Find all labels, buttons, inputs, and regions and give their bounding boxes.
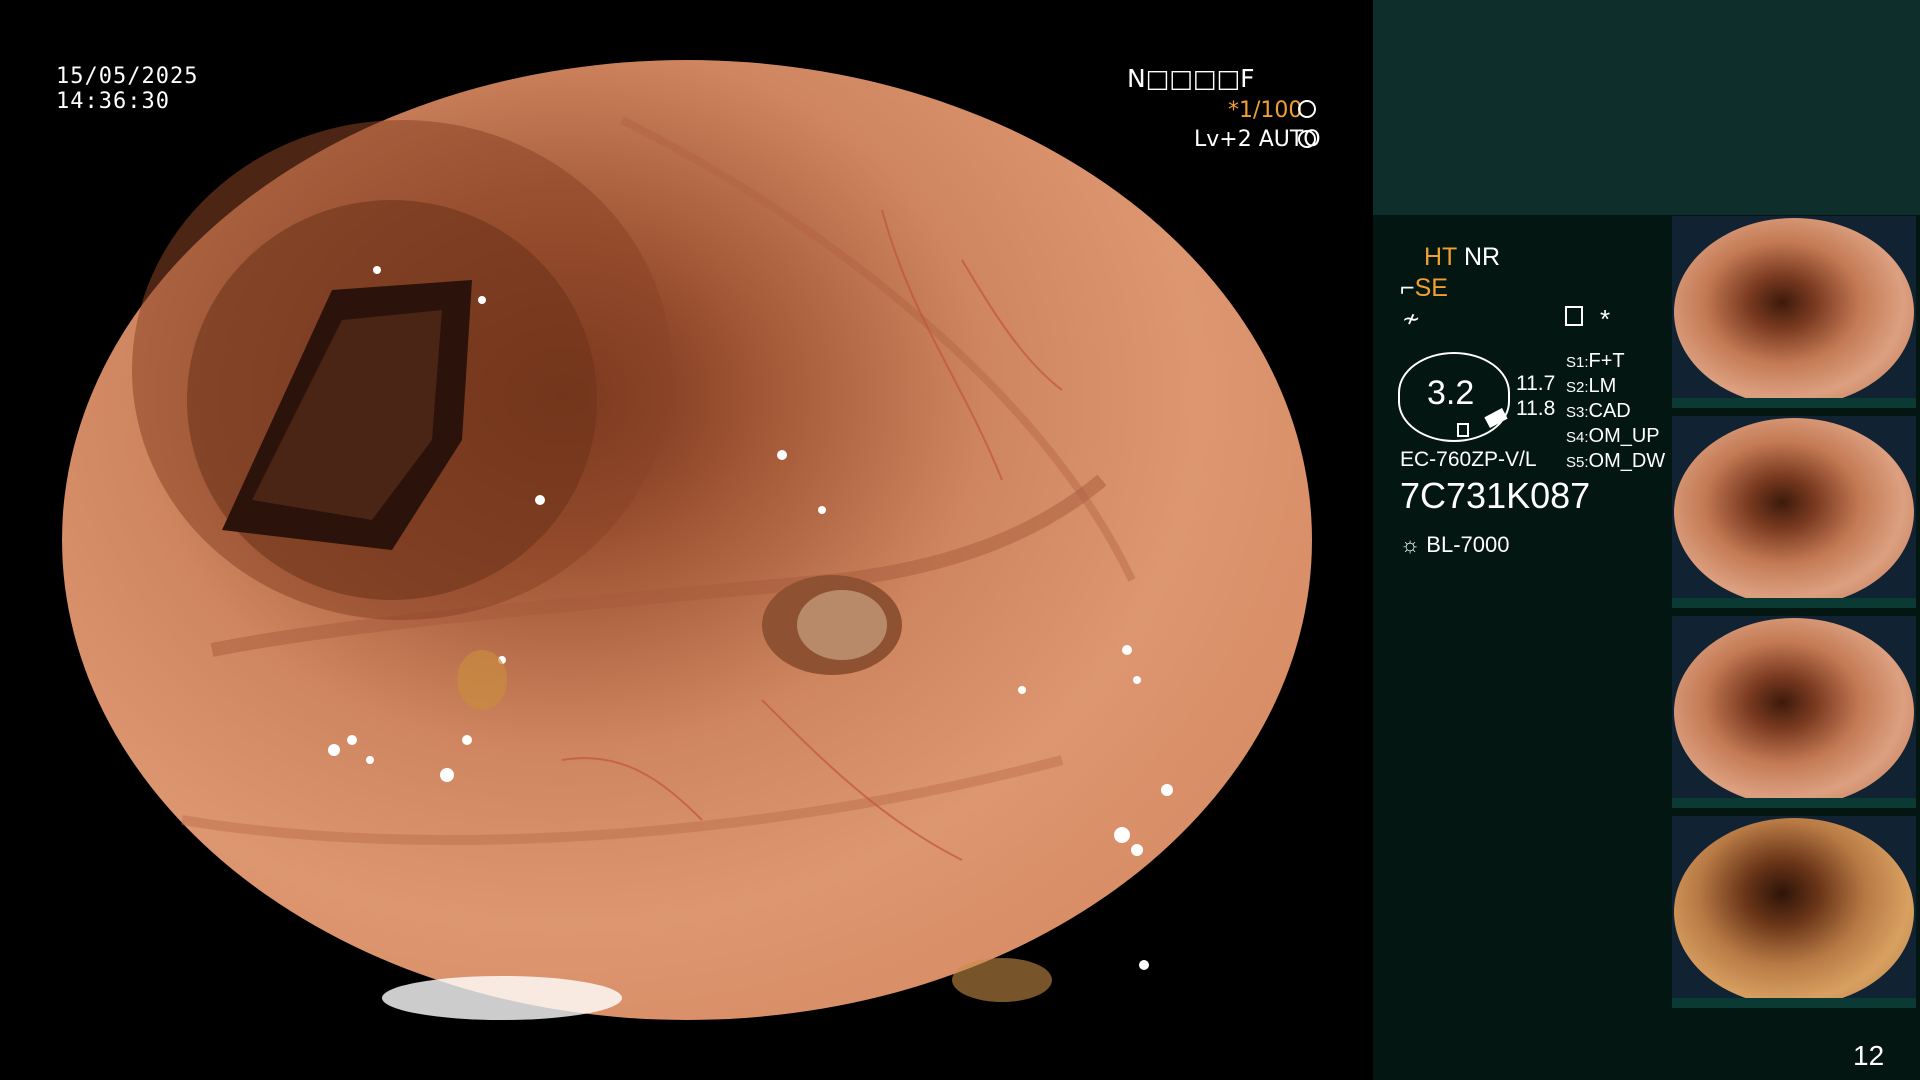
time-label: 14:36:30 bbox=[56, 89, 170, 114]
ht-label: HT bbox=[1424, 243, 1458, 271]
date-label: 15/05/2025 bbox=[56, 64, 199, 89]
settings-icon bbox=[1565, 306, 1583, 326]
gauge-marker-icon bbox=[1457, 423, 1469, 437]
switch-item: S1:F+T bbox=[1566, 350, 1625, 372]
nr-label: NR bbox=[1464, 243, 1501, 271]
thumbnail-4[interactable] bbox=[1672, 816, 1916, 1008]
switch-item: S4:OM_UP bbox=[1566, 425, 1660, 447]
flash-icon: ≁ bbox=[1402, 306, 1421, 331]
switch-item: S5:OM_DW bbox=[1566, 450, 1666, 472]
se-label: ⌐SE bbox=[1400, 274, 1448, 302]
shutter-icon bbox=[1298, 100, 1316, 118]
auto-iris-icon bbox=[1298, 130, 1316, 148]
lightbulb-icon: ☼ bbox=[1400, 532, 1427, 557]
page-number: 12 bbox=[1853, 1040, 1885, 1071]
value-a: 11.7 bbox=[1516, 372, 1556, 395]
scope-serial: 7C731K087 bbox=[1400, 475, 1591, 516]
gauge-value: 3.2 bbox=[1427, 374, 1475, 412]
switch-item: S2:LM bbox=[1566, 375, 1617, 397]
switch-item: S3:CAD bbox=[1566, 400, 1631, 422]
info-panel-header bbox=[1373, 0, 1920, 215]
value-b: 11.8 bbox=[1516, 397, 1556, 420]
switch-list: S1:F+T S2:LM S3:CAD S4:OM_UP S5:OM_DW bbox=[1566, 350, 1665, 475]
star-label: * bbox=[1600, 304, 1611, 334]
thumbnail-2[interactable] bbox=[1672, 416, 1916, 608]
thumbnail-1[interactable] bbox=[1672, 216, 1916, 408]
shutter-label: *1/100 bbox=[1228, 98, 1303, 123]
light-source: ☼ BL-7000 bbox=[1400, 532, 1510, 557]
scope-frame-mask bbox=[0, 0, 1373, 1080]
thumbnail-3[interactable] bbox=[1672, 616, 1916, 808]
patient-code: N□□□□F bbox=[1127, 64, 1255, 93]
scope-model: EC-760ZP-V/L bbox=[1400, 448, 1537, 471]
